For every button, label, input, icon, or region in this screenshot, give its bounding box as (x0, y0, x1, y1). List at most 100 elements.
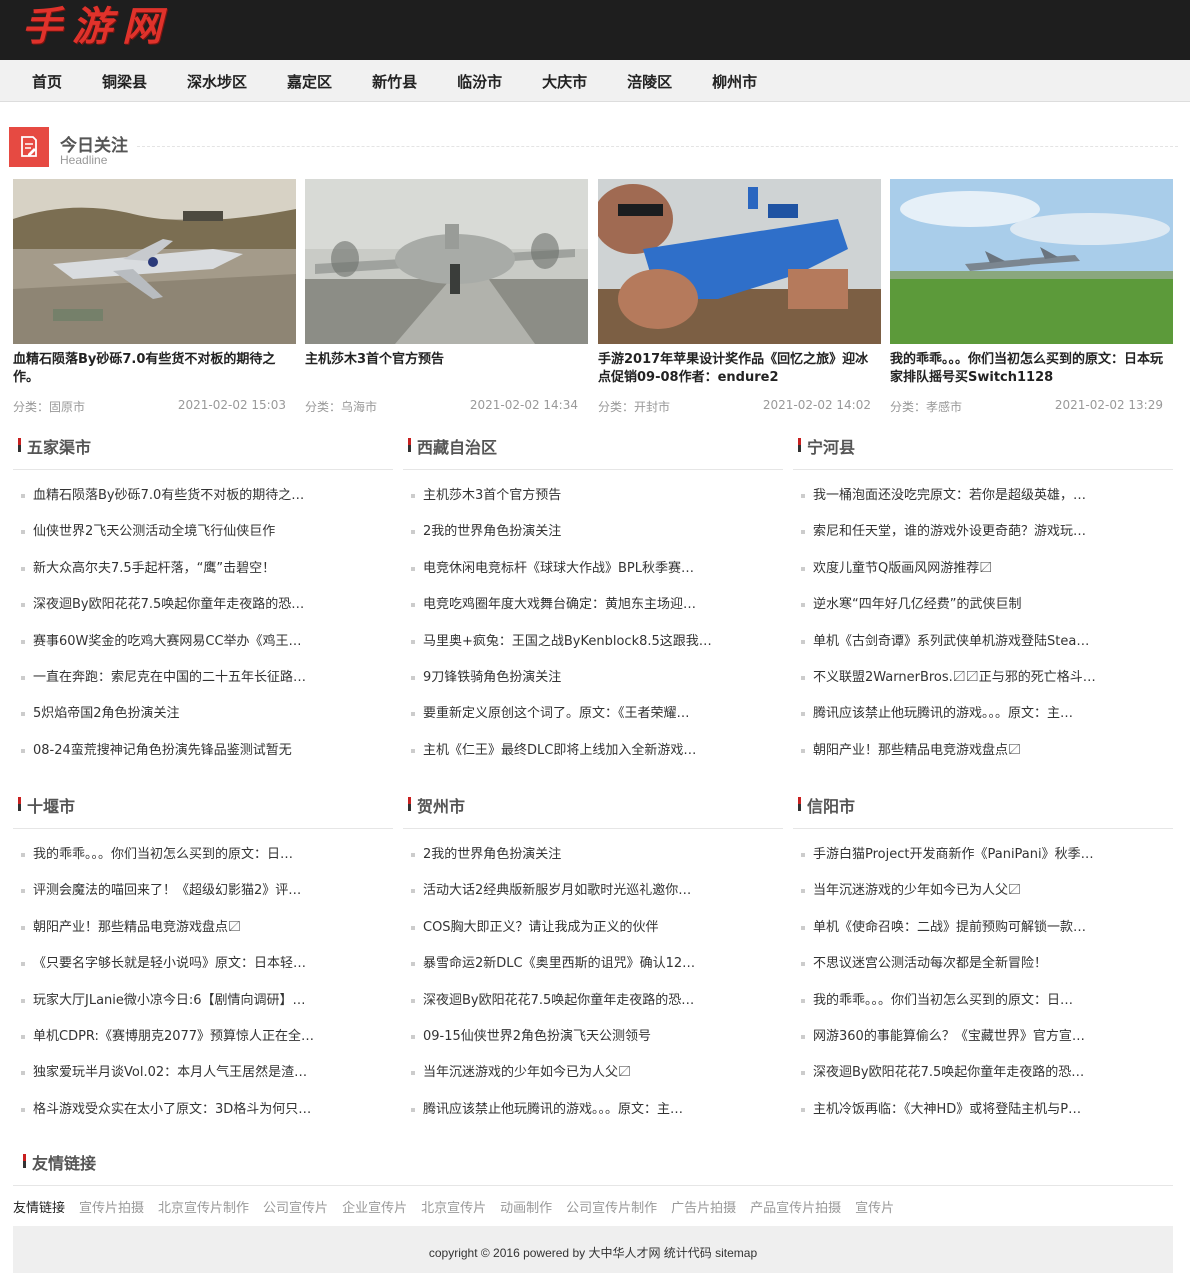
footer-text: copyright © 2016 powered by 大中华人才网 统计代码 … (428, 1246, 758, 1260)
block-title[interactable]: 十堰市 (27, 793, 75, 817)
friend-link[interactable]: 北京宣传片 (421, 1197, 486, 1216)
card-category-label: 分类： (598, 400, 635, 414)
card-category[interactable]: 孝感市 (926, 400, 962, 414)
article-link[interactable]: 赛事60W奖金的吃鸡大赛网易CC举办《鸡王… (33, 633, 302, 651)
friend-link[interactable]: 宣传片拍摄 (79, 1197, 144, 1216)
block-title[interactable]: 五家渠市 (27, 434, 91, 458)
nav-item[interactable]: 首页 (12, 71, 82, 92)
article-link[interactable]: 5炽焰帝国2角色扮演关注 (33, 705, 180, 723)
article-link[interactable]: 独家爱玩半月谈Vol.02：本月人气王居然是渣… (33, 1064, 307, 1082)
article-link[interactable]: 朝阳产业！那些精品电竞游戏盘点〼 (813, 742, 1021, 760)
article-link[interactable]: 不思议迷宫公测活动每次都是全新冒险！ (813, 955, 1047, 973)
article-link[interactable]: 格斗游戏受众实在太小了原文：3D格斗为何只… (33, 1101, 311, 1119)
article-link[interactable]: 手游白猫Project开发商新作《PaniPani》秋季… (813, 846, 1094, 864)
article-link[interactable]: 索尼和任天堂，谁的游戏外设更奇葩？游戏玩… (813, 523, 1086, 541)
nav-item[interactable]: 深水埗区 (167, 71, 267, 92)
article-link[interactable]: 单机《古剑奇谭》系列武侠单机游戏登陆Stea… (813, 633, 1089, 651)
nav-item[interactable]: 临汾市 (437, 71, 522, 92)
article-link[interactable]: 主机《仁王》最终DLC即将上线加入全新游戏… (423, 742, 696, 760)
article-link[interactable]: 当年沉迷游戏的少年如今已为人父〼 (813, 882, 1021, 900)
site-logo[interactable]: 手游网 (22, 2, 172, 52)
article-link[interactable]: 评测会魔法的喵回来了！《超级幻影猫2》评… (33, 882, 301, 900)
nav-item[interactable]: 柳州市 (692, 71, 777, 92)
nav-item[interactable]: 嘉定区 (267, 71, 352, 92)
headline-cards: 血精石陨落By砂砾7.0有些货不对板的期待之作。 分类：固原市 2021-02-… (13, 179, 1173, 419)
friend-link[interactable]: 广告片拍摄 (671, 1197, 736, 1216)
article-link[interactable]: 2我的世界角色扮演关注 (423, 523, 561, 541)
list-item: 逆水寒“四年好几亿经费”的武侠巨制 (793, 596, 1173, 632)
card-title[interactable]: 手游2017年苹果设计奖作品《回忆之旅》迎冰点促销09-08作者：endure2 (598, 351, 881, 387)
nav-item[interactable]: 涪陵区 (607, 71, 692, 92)
article-link[interactable]: 腾讯应该禁止他玩腾讯的游戏。。。原文：主… (813, 705, 1073, 723)
friend-link[interactable]: 产品宣传片拍摄 (750, 1197, 841, 1216)
article-link[interactable]: 暴雪命运2新DLC《奥里西斯的诅咒》确认12… (423, 955, 695, 973)
article-link[interactable]: 网游360的事能算偷么？《宝藏世界》官方宣… (813, 1028, 1085, 1046)
article-link[interactable]: 09-15仙侠世界2角色扮演飞天公测领号 (423, 1028, 651, 1046)
article-link[interactable]: 我的乖乖。。。你们当初怎么买到的原文：日… (33, 846, 293, 864)
article-link[interactable]: 要重新定义原创这个词了。原文：《王者荣耀… (423, 705, 690, 723)
card-category[interactable]: 开封市 (634, 400, 670, 414)
block-title[interactable]: 宁河县 (807, 434, 855, 458)
friend-link[interactable]: 宣传片 (855, 1197, 894, 1216)
article-link[interactable]: 马里奥+疯兔：王国之战ByKenblock8.5这跟我… (423, 633, 712, 651)
friend-link[interactable]: 企业宣传片 (342, 1197, 407, 1216)
friend-link[interactable]: 动画制作 (500, 1197, 552, 1216)
block-title[interactable]: 贺州市 (417, 793, 465, 817)
card-title[interactable]: 主机莎木3首个官方预告 (305, 351, 588, 369)
article-list: 2我的世界角色扮演关注活动大话2经典版新服岁月如歌时光巡礼邀你… COS胸大即正义… (403, 846, 783, 1137)
article-link[interactable]: 主机莎木3首个官方预告 (423, 487, 561, 505)
article-link[interactable]: 玩家大厅JLanie微小凉今日:6【剧情向调研】… (33, 992, 306, 1010)
section-marker (18, 797, 21, 811)
card-image-fighters[interactable] (890, 179, 1173, 344)
nav-item[interactable]: 大庆市 (522, 71, 607, 92)
friend-link[interactable]: 公司宣传片制作 (566, 1197, 657, 1216)
article-link[interactable]: 深夜迴By欧阳花花7.5唤起你童年走夜路的恐… (33, 596, 304, 614)
card-title[interactable]: 血精石陨落By砂砾7.0有些货不对板的期待之作。 (13, 351, 296, 387)
card-category[interactable]: 固原市 (49, 400, 85, 414)
document-edit-icon (21, 136, 37, 157)
block-title[interactable]: 西藏自治区 (417, 434, 497, 458)
article-link[interactable]: 欢度儿童节Q版画风网游推荐〼 (813, 560, 992, 578)
block-title[interactable]: 信阳市 (807, 793, 855, 817)
card-category[interactable]: 乌海市 (341, 400, 377, 414)
friend-link[interactable]: 公司宣传片 (263, 1197, 328, 1216)
card-image-aircraft[interactable] (305, 179, 588, 344)
card-category-label: 分类： (305, 400, 342, 414)
article-link[interactable]: 血精石陨落By砂砾7.0有些货不对板的期待之… (33, 487, 304, 505)
article-link[interactable]: 当年沉迷游戏的少年如今已为人父〼 (423, 1064, 631, 1082)
article-link[interactable]: 主机冷饭再临：《大神HD》或将登陆主机与P… (813, 1101, 1081, 1119)
article-link[interactable]: 深夜迴By欧阳花花7.5唤起你童年走夜路的恐… (813, 1064, 1084, 1082)
article-link[interactable]: 《只要名字够长就是轻小说吗》原文：日本轻… (33, 955, 306, 973)
article-link[interactable]: 不义联盟2WarnerBros.〼〼正与邪的死亡格斗… (813, 669, 1096, 687)
article-link[interactable]: 单机《使命召唤：二战》提前预购可解锁一款… (813, 919, 1086, 937)
article-link[interactable]: 仙侠世界2飞天公测活动全境飞行仙侠巨作 (33, 523, 275, 541)
article-link[interactable]: 朝阳产业！那些精品电竞游戏盘点〼 (33, 919, 241, 937)
article-link[interactable]: 深夜迴By欧阳花花7.5唤起你童年走夜路的恐… (423, 992, 694, 1010)
nav-item[interactable]: 铜梁县 (82, 71, 167, 92)
article-link[interactable]: 08-24蛮荒搜神记角色扮演先锋品鉴测试暂无 (33, 742, 292, 760)
block-header: 贺州市 (403, 791, 783, 829)
article-link[interactable]: 电竞吃鸡圈年度大戏舞台确定：黄旭东主场迎… (423, 596, 696, 614)
friend-link[interactable]: 北京宣传片制作 (158, 1197, 249, 1216)
article-link[interactable]: 我一桶泡面还没吃完原文：若你是超级英雄，… (813, 487, 1086, 505)
card-image-jet[interactable] (13, 179, 296, 344)
article-link[interactable]: 2我的世界角色扮演关注 (423, 846, 561, 864)
headline-divider (137, 146, 1178, 147)
article-link[interactable]: 腾讯应该禁止他玩腾讯的游戏。。。原文：主… (423, 1101, 683, 1119)
article-link[interactable]: 电竞休闲电竞标杆《球球大作战》BPL秋季赛… (423, 560, 694, 578)
nav-item[interactable]: 新竹县 (352, 71, 437, 92)
list-item: 评测会魔法的喵回来了！《超级幻影猫2》评… (13, 882, 393, 918)
article-link[interactable]: 我的乖乖。。。你们当初怎么买到的原文：日… (813, 992, 1073, 1010)
article-link[interactable]: 9刀锋铁骑角色扮演关注 (423, 669, 561, 687)
article-link[interactable]: 活动大话2经典版新服岁月如歌时光巡礼邀你… (423, 882, 691, 900)
article-link[interactable]: 单机CDPR:《赛博朋克2077》预算惊人正在全… (33, 1028, 314, 1046)
card-title[interactable]: 我的乖乖。。。你们当初怎么买到的原文：日本玩家排队摇号买Switch1128 (890, 351, 1173, 387)
list-item: 手游白猫Project开发商新作《PaniPani》秋季… (793, 846, 1173, 882)
article-link[interactable]: 逆水寒“四年好几亿经费”的武侠巨制 (813, 596, 1021, 614)
list-item: 当年沉迷游戏的少年如今已为人父〼 (403, 1064, 783, 1100)
article-link[interactable]: 一直在奔跑：索尼克在中国的二十五年长征路… (33, 669, 306, 687)
card-image-rifle[interactable] (598, 179, 881, 344)
article-link[interactable]: COS胸大即正义？请让我成为正义的伙伴 (423, 919, 659, 937)
article-link[interactable]: 新大众高尔夫7.5手起杆落，“鹰”击碧空！ (33, 560, 275, 578)
list-item: 09-15仙侠世界2角色扮演飞天公测领号 (403, 1028, 783, 1064)
